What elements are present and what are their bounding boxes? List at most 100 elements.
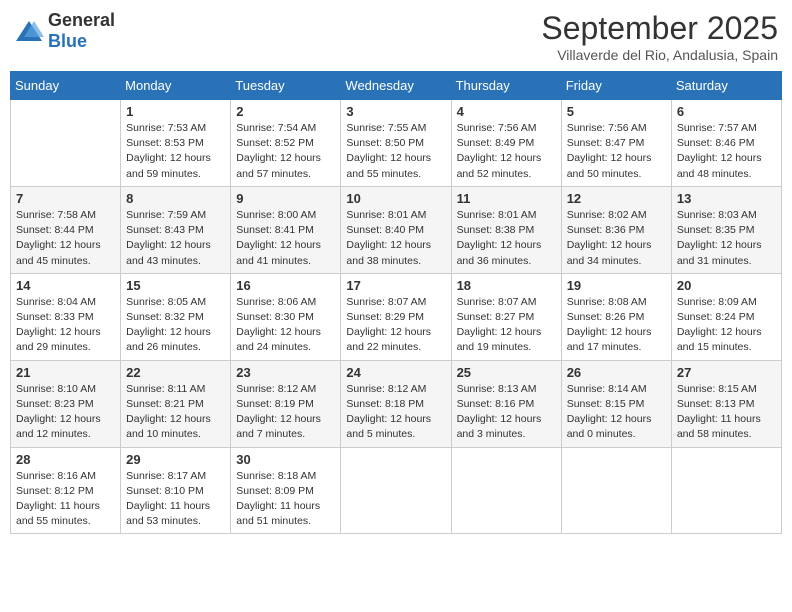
day-content: Sunrise: 7:57 AM Sunset: 8:46 PM Dayligh… bbox=[677, 121, 776, 182]
calendar-day-empty bbox=[341, 447, 451, 534]
day-number: 15 bbox=[126, 278, 225, 293]
calendar-day-4: 4 Sunrise: 7:56 AM Sunset: 8:49 PM Daylig… bbox=[451, 100, 561, 187]
day-number: 20 bbox=[677, 278, 776, 293]
day-content: Sunrise: 8:13 AM Sunset: 8:16 PM Dayligh… bbox=[457, 382, 556, 443]
day-content: Sunrise: 8:00 AM Sunset: 8:41 PM Dayligh… bbox=[236, 208, 335, 269]
calendar-day-27: 27 Sunrise: 8:15 AM Sunset: 8:13 PM Dayli… bbox=[671, 360, 781, 447]
header-day-wednesday: Wednesday bbox=[341, 72, 451, 100]
day-number: 18 bbox=[457, 278, 556, 293]
day-number: 23 bbox=[236, 365, 335, 380]
calendar-day-28: 28 Sunrise: 8:16 AM Sunset: 8:12 PM Dayli… bbox=[11, 447, 121, 534]
day-content: Sunrise: 8:06 AM Sunset: 8:30 PM Dayligh… bbox=[236, 295, 335, 356]
calendar-day-empty bbox=[11, 100, 121, 187]
calendar-day-5: 5 Sunrise: 7:56 AM Sunset: 8:47 PM Daylig… bbox=[561, 100, 671, 187]
calendar-day-29: 29 Sunrise: 8:17 AM Sunset: 8:10 PM Dayli… bbox=[121, 447, 231, 534]
day-number: 7 bbox=[16, 191, 115, 206]
day-content: Sunrise: 7:55 AM Sunset: 8:50 PM Dayligh… bbox=[346, 121, 445, 182]
calendar-day-17: 17Sunrise: 8:07 AM Sunset: 8:29 PM Dayli… bbox=[341, 273, 451, 360]
calendar-day-6: 6 Sunrise: 7:57 AM Sunset: 8:46 PM Daylig… bbox=[671, 100, 781, 187]
day-content: Sunrise: 8:18 AM Sunset: 8:09 PM Dayligh… bbox=[236, 469, 335, 530]
day-content: Sunrise: 8:15 AM Sunset: 8:13 PM Dayligh… bbox=[677, 382, 776, 443]
calendar-week-row: 1 Sunrise: 7:53 AM Sunset: 8:53 PM Daylig… bbox=[11, 100, 782, 187]
day-content: Sunrise: 8:16 AM Sunset: 8:12 PM Dayligh… bbox=[16, 469, 115, 530]
day-content: Sunrise: 7:56 AM Sunset: 8:49 PM Dayligh… bbox=[457, 121, 556, 182]
day-number: 9 bbox=[236, 191, 335, 206]
calendar-day-empty bbox=[451, 447, 561, 534]
day-number: 3 bbox=[346, 104, 445, 119]
day-content: Sunrise: 8:07 AM Sunset: 8:27 PM Dayligh… bbox=[457, 295, 556, 356]
day-number: 27 bbox=[677, 365, 776, 380]
day-number: 25 bbox=[457, 365, 556, 380]
day-content: Sunrise: 8:05 AM Sunset: 8:32 PM Dayligh… bbox=[126, 295, 225, 356]
day-number: 29 bbox=[126, 452, 225, 467]
title-area: September 2025 Villaverde del Rio, Andal… bbox=[541, 10, 778, 63]
day-content: Sunrise: 8:09 AM Sunset: 8:24 PM Dayligh… bbox=[677, 295, 776, 356]
calendar-week-row: 14Sunrise: 8:04 AM Sunset: 8:33 PM Dayli… bbox=[11, 273, 782, 360]
month-title: September 2025 bbox=[541, 10, 778, 47]
calendar-header-row: SundayMondayTuesdayWednesdayThursdayFrid… bbox=[11, 72, 782, 100]
calendar-day-20: 20 Sunrise: 8:09 AM Sunset: 8:24 PM Dayli… bbox=[671, 273, 781, 360]
calendar-day-12: 12Sunrise: 8:02 AM Sunset: 8:36 PM Dayli… bbox=[561, 186, 671, 273]
day-number: 14 bbox=[16, 278, 115, 293]
calendar-day-24: 24Sunrise: 8:12 AM Sunset: 8:18 PM Dayli… bbox=[341, 360, 451, 447]
calendar-week-row: 28 Sunrise: 8:16 AM Sunset: 8:12 PM Dayli… bbox=[11, 447, 782, 534]
day-content: Sunrise: 8:12 AM Sunset: 8:19 PM Dayligh… bbox=[236, 382, 335, 443]
calendar-day-11: 11 Sunrise: 8:01 AM Sunset: 8:38 PM Dayli… bbox=[451, 186, 561, 273]
logo-general-text: General bbox=[48, 10, 115, 30]
day-number: 13 bbox=[677, 191, 776, 206]
day-number: 8 bbox=[126, 191, 225, 206]
calendar-week-row: 7 Sunrise: 7:58 AM Sunset: 8:44 PM Daylig… bbox=[11, 186, 782, 273]
day-content: Sunrise: 8:03 AM Sunset: 8:35 PM Dayligh… bbox=[677, 208, 776, 269]
day-number: 10 bbox=[346, 191, 445, 206]
day-content: Sunrise: 7:56 AM Sunset: 8:47 PM Dayligh… bbox=[567, 121, 666, 182]
calendar-day-15: 15 Sunrise: 8:05 AM Sunset: 8:32 PM Dayli… bbox=[121, 273, 231, 360]
day-content: Sunrise: 8:10 AM Sunset: 8:23 PM Dayligh… bbox=[16, 382, 115, 443]
day-number: 19 bbox=[567, 278, 666, 293]
calendar-day-23: 23 Sunrise: 8:12 AM Sunset: 8:19 PM Dayli… bbox=[231, 360, 341, 447]
day-content: Sunrise: 7:59 AM Sunset: 8:43 PM Dayligh… bbox=[126, 208, 225, 269]
calendar-day-10: 10 Sunrise: 8:01 AM Sunset: 8:40 PM Dayli… bbox=[341, 186, 451, 273]
calendar-week-row: 21 Sunrise: 8:10 AM Sunset: 8:23 PM Dayli… bbox=[11, 360, 782, 447]
day-number: 11 bbox=[457, 191, 556, 206]
calendar-day-3: 3 Sunrise: 7:55 AM Sunset: 8:50 PM Daylig… bbox=[341, 100, 451, 187]
calendar-day-25: 25 Sunrise: 8:13 AM Sunset: 8:16 PM Dayli… bbox=[451, 360, 561, 447]
location-subtitle: Villaverde del Rio, Andalusia, Spain bbox=[541, 47, 778, 63]
day-content: Sunrise: 8:01 AM Sunset: 8:38 PM Dayligh… bbox=[457, 208, 556, 269]
day-content: Sunrise: 8:17 AM Sunset: 8:10 PM Dayligh… bbox=[126, 469, 225, 530]
calendar-day-16: 16 Sunrise: 8:06 AM Sunset: 8:30 PM Dayli… bbox=[231, 273, 341, 360]
calendar-day-empty bbox=[671, 447, 781, 534]
page-header: General Blue September 2025 Villaverde d… bbox=[10, 10, 782, 63]
day-content: Sunrise: 7:58 AM Sunset: 8:44 PM Dayligh… bbox=[16, 208, 115, 269]
day-content: Sunrise: 8:11 AM Sunset: 8:21 PM Dayligh… bbox=[126, 382, 225, 443]
day-content: Sunrise: 8:08 AM Sunset: 8:26 PM Dayligh… bbox=[567, 295, 666, 356]
day-number: 16 bbox=[236, 278, 335, 293]
calendar-day-26: 26 Sunrise: 8:14 AM Sunset: 8:15 PM Dayli… bbox=[561, 360, 671, 447]
day-content: Sunrise: 8:12 AM Sunset: 8:18 PM Dayligh… bbox=[346, 382, 445, 443]
logo: General Blue bbox=[14, 10, 115, 52]
day-content: Sunrise: 8:07 AM Sunset: 8:29 PM Dayligh… bbox=[346, 295, 445, 356]
calendar-day-14: 14Sunrise: 8:04 AM Sunset: 8:33 PM Dayli… bbox=[11, 273, 121, 360]
day-content: Sunrise: 7:53 AM Sunset: 8:53 PM Dayligh… bbox=[126, 121, 225, 182]
day-number: 1 bbox=[126, 104, 225, 119]
day-number: 28 bbox=[16, 452, 115, 467]
calendar-day-18: 18 Sunrise: 8:07 AM Sunset: 8:27 PM Dayli… bbox=[451, 273, 561, 360]
day-content: Sunrise: 8:01 AM Sunset: 8:40 PM Dayligh… bbox=[346, 208, 445, 269]
day-number: 6 bbox=[677, 104, 776, 119]
header-day-saturday: Saturday bbox=[671, 72, 781, 100]
calendar-day-13: 13 Sunrise: 8:03 AM Sunset: 8:35 PM Dayli… bbox=[671, 186, 781, 273]
header-day-monday: Monday bbox=[121, 72, 231, 100]
calendar-table: SundayMondayTuesdayWednesdayThursdayFrid… bbox=[10, 71, 782, 534]
day-number: 30 bbox=[236, 452, 335, 467]
day-number: 21 bbox=[16, 365, 115, 380]
day-number: 4 bbox=[457, 104, 556, 119]
calendar-day-empty bbox=[561, 447, 671, 534]
calendar-day-8: 8 Sunrise: 7:59 AM Sunset: 8:43 PM Daylig… bbox=[121, 186, 231, 273]
logo-blue-text: Blue bbox=[48, 31, 87, 51]
header-day-tuesday: Tuesday bbox=[231, 72, 341, 100]
header-day-friday: Friday bbox=[561, 72, 671, 100]
day-content: Sunrise: 8:14 AM Sunset: 8:15 PM Dayligh… bbox=[567, 382, 666, 443]
day-number: 26 bbox=[567, 365, 666, 380]
day-number: 5 bbox=[567, 104, 666, 119]
header-day-thursday: Thursday bbox=[451, 72, 561, 100]
day-number: 22 bbox=[126, 365, 225, 380]
